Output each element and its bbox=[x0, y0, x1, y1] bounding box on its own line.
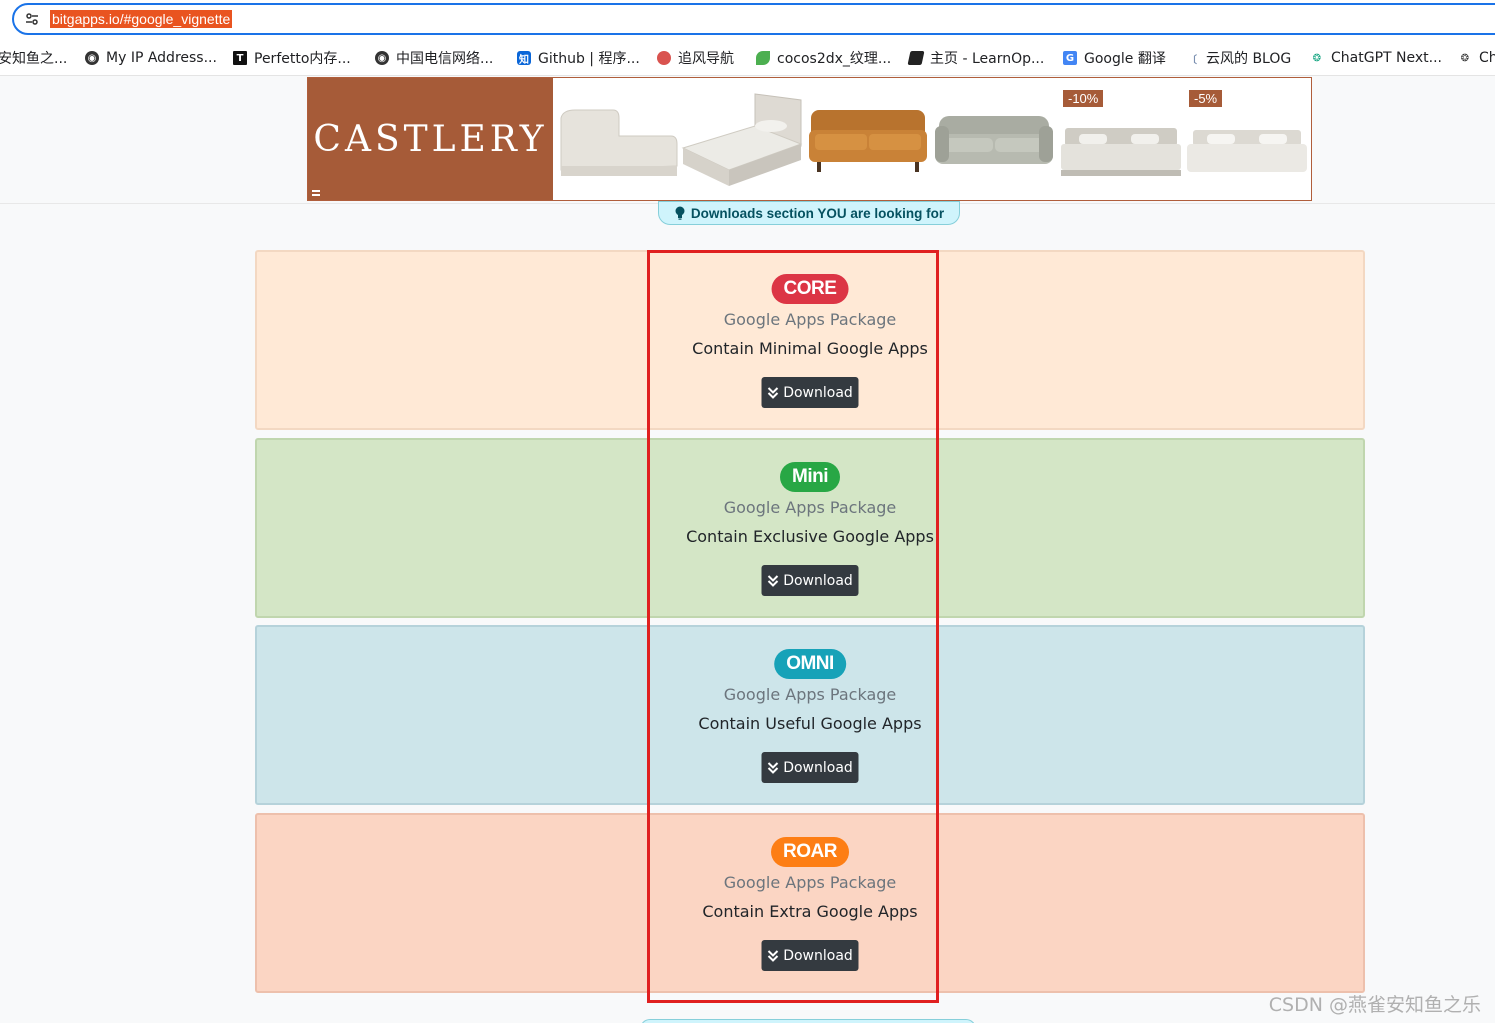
bookmark-label: Github | 程序... bbox=[538, 51, 640, 67]
site-settings-icon[interactable] bbox=[24, 11, 40, 27]
bookmark-label: Ch bbox=[1479, 50, 1495, 66]
leaf-icon bbox=[756, 51, 770, 65]
url-text[interactable]: bitgapps.io/#google_vignette bbox=[50, 10, 233, 28]
product-leather-sofa[interactable] bbox=[805, 86, 931, 196]
package-card-core: CORE Google Apps Package Contain Minimal… bbox=[255, 250, 1365, 430]
bookmark-label: Perfetto内存... bbox=[254, 51, 351, 67]
ad-menu-icon[interactable] bbox=[312, 190, 320, 196]
openai-icon: ❂ bbox=[1460, 52, 1470, 64]
bookmark-anzhiyu[interactable]: 安知鱼之... bbox=[0, 48, 67, 68]
ad-products: -10% -5% bbox=[553, 78, 1311, 200]
package-badge: Mini bbox=[780, 462, 840, 492]
ad-logo: CASTLERY bbox=[313, 118, 548, 160]
ad-container: CASTLERY -10% -5% bbox=[0, 77, 1495, 204]
download-label: Download bbox=[783, 947, 853, 964]
bookmark-label: 主页 - LearnOp... bbox=[930, 51, 1045, 67]
bookmark-telecom[interactable]: ◉ 中国电信网络... bbox=[375, 48, 493, 68]
package-subtitle: Google Apps Package bbox=[723, 873, 897, 892]
translate-icon: G bbox=[1063, 51, 1077, 65]
next-section-pill bbox=[640, 1019, 976, 1023]
bookmark-label: 中国电信网络... bbox=[396, 51, 494, 67]
package-subtitle: Google Apps Package bbox=[723, 685, 897, 704]
double-chevron-down-icon bbox=[767, 949, 778, 962]
download-label: Download bbox=[783, 572, 853, 589]
package-subtitle: Google Apps Package bbox=[723, 310, 897, 329]
globe-icon: ◉ bbox=[85, 51, 99, 65]
product-bed-discount-5[interactable]: -5% bbox=[1183, 86, 1309, 196]
package-description: Contain Minimal Google Apps bbox=[692, 339, 928, 358]
product-grey-sofa[interactable] bbox=[931, 86, 1057, 196]
ball-icon bbox=[657, 51, 671, 65]
bed-image bbox=[681, 93, 803, 186]
castlery-ad-banner[interactable]: CASTLERY -10% -5% bbox=[307, 77, 1312, 201]
openai-icon: ❂ bbox=[1312, 52, 1322, 64]
bookmark-cocos[interactable]: cocos2dx_纹理... bbox=[756, 48, 891, 68]
download-button-mini[interactable]: Download bbox=[761, 565, 859, 596]
package-badge: CORE bbox=[771, 274, 849, 304]
ad-brand-panel[interactable]: CASTLERY bbox=[308, 78, 553, 200]
package-badge: ROAR bbox=[771, 837, 849, 867]
bookmark-google-translate[interactable]: G Google 翻译 bbox=[1063, 48, 1166, 68]
download-label: Download bbox=[783, 759, 853, 776]
discount-badge: -5% bbox=[1189, 90, 1223, 107]
bookmarks-bar: 安知鱼之... ◉ My IP Address... T Perfetto内存.… bbox=[0, 40, 1495, 76]
bookmark-ch[interactable]: ❂ Ch bbox=[1458, 48, 1495, 68]
t-logo-icon: T bbox=[233, 51, 247, 65]
bookmark-learnopengl[interactable]: 主页 - LearnOp... bbox=[907, 48, 1045, 68]
package-description: Contain Extra Google Apps bbox=[702, 902, 918, 921]
globe-icon: ◉ bbox=[375, 51, 389, 65]
package-card-omni: OMNI Google Apps Package Contain Useful … bbox=[255, 625, 1365, 805]
double-chevron-down-icon bbox=[767, 574, 778, 587]
bookmark-label: My IP Address... bbox=[106, 50, 217, 66]
bookmark-label: 云风的 BLOG bbox=[1206, 51, 1292, 67]
product-chaise[interactable] bbox=[553, 86, 679, 196]
zhihu-icon: 知 bbox=[517, 51, 531, 66]
downloads-section-pill: Downloads section YOU are looking for bbox=[658, 201, 960, 225]
browser-toolbar: bitgapps.io/#google_vignette bbox=[0, 0, 1495, 40]
bookmark-label: cocos2dx_纹理... bbox=[777, 51, 892, 67]
address-bar[interactable]: bitgapps.io/#google_vignette bbox=[12, 3, 1495, 35]
pill-text: Downloads section YOU are looking for bbox=[690, 205, 945, 221]
leather-sofa-image bbox=[809, 110, 927, 172]
bookmark-my-ip[interactable]: ◉ My IP Address... bbox=[85, 48, 217, 68]
bookmark-github[interactable]: 知 Github | 程序... bbox=[517, 48, 640, 68]
chaise-image bbox=[560, 109, 678, 176]
package-badge: OMNI bbox=[774, 649, 846, 679]
bookmark-label: 安知鱼之... bbox=[0, 51, 68, 67]
bookmark-zhuifeng[interactable]: 追风导航 bbox=[657, 48, 734, 68]
product-bed-upholstered[interactable] bbox=[679, 86, 805, 196]
bookmark-label: ChatGPT Next... bbox=[1331, 50, 1442, 66]
product-bed-discount-10[interactable]: -10% bbox=[1057, 86, 1183, 196]
watermark: CSDN @燕雀安知鱼之乐 bbox=[1268, 994, 1481, 1016]
bookmark-chatgpt-next[interactable]: ❂ ChatGPT Next... bbox=[1310, 48, 1442, 68]
download-button-core[interactable]: Download bbox=[761, 377, 859, 408]
grey-sofa-image bbox=[935, 116, 1053, 164]
double-chevron-down-icon bbox=[767, 761, 778, 774]
download-button-omni[interactable]: Download bbox=[761, 752, 859, 783]
download-button-roar[interactable]: Download bbox=[761, 940, 859, 971]
lightbulb-icon bbox=[675, 206, 685, 220]
package-description: Contain Useful Google Apps bbox=[698, 714, 922, 733]
feather-icon: 〔 bbox=[1187, 54, 1197, 66]
package-card-mini: Mini Google Apps Package Contain Exclusi… bbox=[255, 438, 1365, 618]
bookmark-perfetto[interactable]: T Perfetto内存... bbox=[233, 48, 351, 68]
download-label: Download bbox=[783, 384, 853, 401]
package-subtitle: Google Apps Package bbox=[723, 498, 897, 517]
double-chevron-down-icon bbox=[767, 386, 778, 399]
book-icon bbox=[907, 51, 925, 65]
package-card-roar: ROAR Google Apps Package Contain Extra G… bbox=[255, 813, 1365, 993]
package-description: Contain Exclusive Google Apps bbox=[686, 527, 934, 546]
bookmark-label: Google 翻译 bbox=[1084, 51, 1166, 67]
bookmark-yunfeng[interactable]: 〔 云风的 BLOG bbox=[1185, 48, 1291, 68]
discount-badge: -10% bbox=[1063, 90, 1104, 107]
bookmark-label: 追风导航 bbox=[678, 51, 734, 67]
